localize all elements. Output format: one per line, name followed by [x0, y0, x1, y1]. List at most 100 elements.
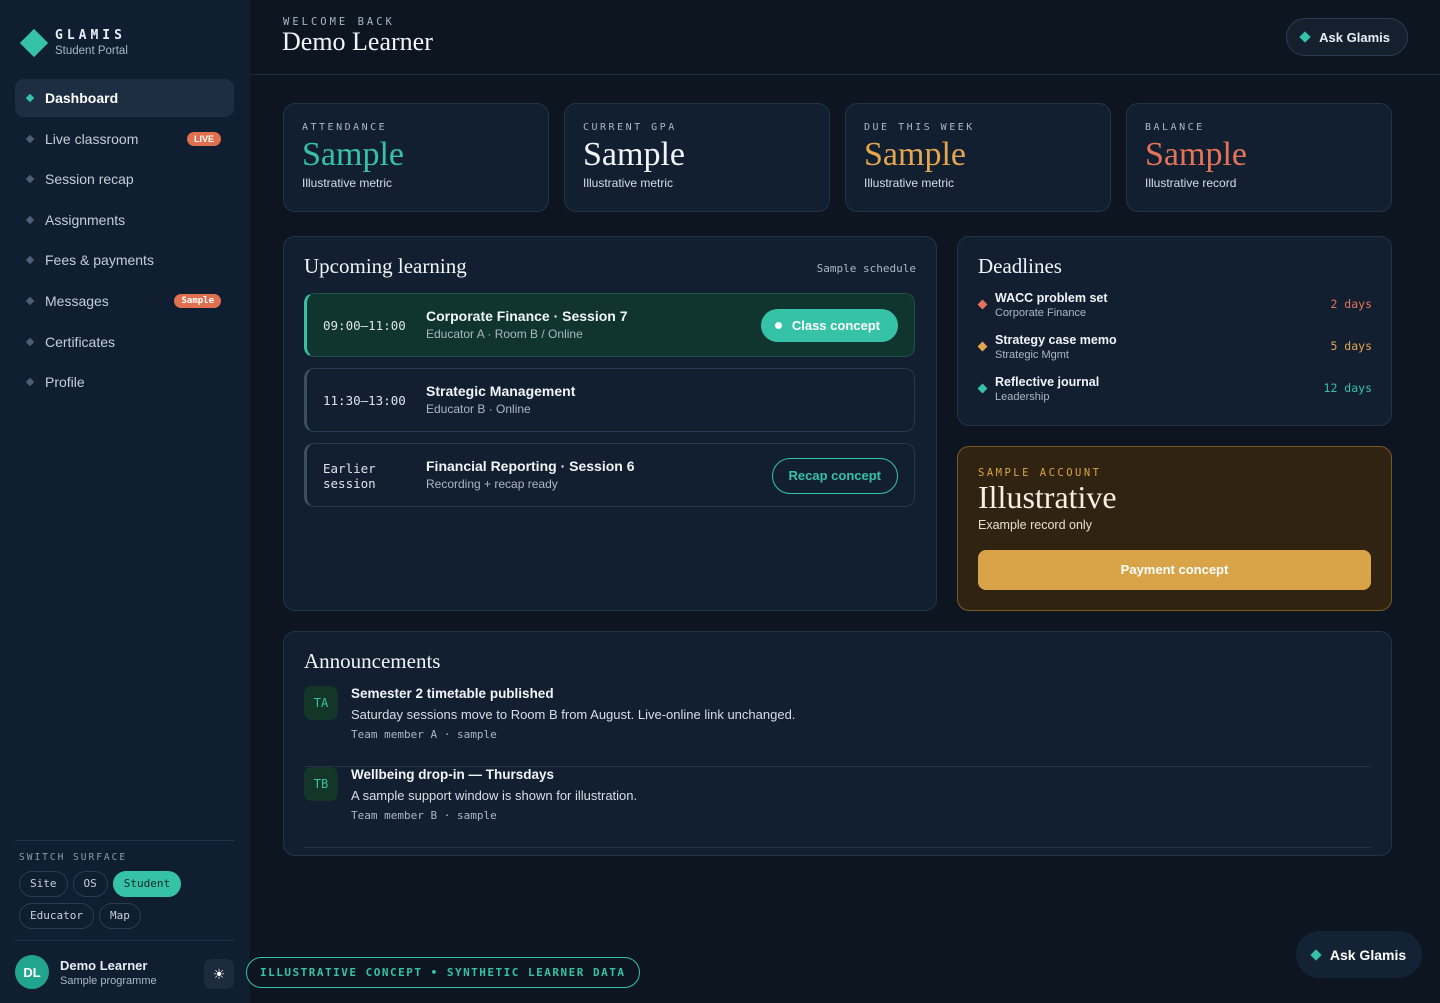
deadline-title: WACC problem set: [995, 291, 1108, 305]
session-sub: Educator A · Room B / Online: [426, 327, 583, 341]
diamond-icon: [977, 299, 988, 310]
deadline-title: Strategy case memo: [995, 333, 1117, 347]
author-avatar: TA: [304, 686, 338, 720]
diamond-icon: [25, 296, 35, 306]
surface-chip-site[interactable]: Site: [19, 871, 68, 897]
sidebar-item-label: Certificates: [45, 333, 116, 350]
class-concept-label: Class concept: [791, 318, 880, 333]
announcements-title: Announcements: [304, 649, 441, 673]
switch-surface-title: SWITCH SURFACE: [19, 852, 128, 863]
recap-concept-button[interactable]: Recap concept: [771, 458, 898, 494]
metric-label: BALANCE: [1145, 122, 1205, 133]
sidebar-item-label: Live classroom: [45, 130, 139, 147]
metric-sub: Illustrative record: [1145, 176, 1237, 190]
session-row[interactable]: Earlier session Financial Reporting · Ses…: [304, 443, 915, 507]
sidebar-item-label: Profile: [45, 374, 85, 391]
sidebar-item-fees-payments[interactable]: Fees & payments: [15, 241, 234, 279]
session-time: Earlier session: [323, 461, 376, 491]
surface-chip-student[interactable]: Student: [112, 871, 182, 897]
sidebar-item-label: Messages: [45, 292, 109, 309]
surface-chip-educator[interactable]: Educator: [19, 903, 94, 929]
sidebar-item-profile[interactable]: Profile: [15, 363, 234, 401]
sidebar: GLAMIS Student Portal Dashboard Live cla…: [0, 0, 250, 1003]
sample-badge: Sample: [174, 293, 221, 308]
page-title: Demo Learner: [282, 27, 433, 56]
header: WELCOME BACK Demo Learner Ask Glamis: [250, 0, 1440, 75]
session-time-line: session: [323, 476, 376, 491]
glamis-logo-icon: [19, 28, 49, 57]
deadline-course: Corporate Finance: [995, 307, 1087, 319]
schedule-tag: Sample schedule: [816, 262, 916, 275]
deadline-course: Leadership: [995, 391, 1050, 403]
user-name: Demo Learner: [60, 957, 148, 973]
announcement-title: Wellbeing drop-in — Thursdays: [351, 767, 555, 782]
metric-label: ATTENDANCE: [302, 122, 388, 133]
announcement-meta: Team member B · sample: [351, 809, 497, 822]
sidebar-item-live-classroom[interactable]: Live classroom LIVE: [15, 120, 234, 158]
deadlines-title: Deadlines: [978, 254, 1062, 278]
account-sub: Example record only: [978, 518, 1092, 532]
announcement-meta: Team member A · sample: [351, 728, 497, 741]
deadline-due: 2 days: [1330, 297, 1372, 311]
diamond-icon: [25, 377, 35, 387]
ask-glamis-button[interactable]: Ask Glamis: [1286, 18, 1408, 56]
account-value: Illustrative: [978, 479, 1117, 515]
sidebar-item-assignments[interactable]: Assignments: [15, 201, 234, 239]
announcement-item[interactable]: TB Wellbeing drop-in — Thursdays A sampl…: [304, 767, 1371, 848]
session-title: Corporate Finance · Session 7: [426, 308, 628, 324]
sidebar-item-dashboard[interactable]: Dashboard: [15, 79, 234, 117]
metric-card-gpa: CURRENT GPA Sample Illustrative metric: [564, 103, 830, 212]
announcement-title: Semester 2 timetable published: [351, 686, 554, 701]
diamond-icon: [25, 93, 35, 103]
session-row[interactable]: 11:30–13:00 Strategic Management Educato…: [304, 368, 915, 432]
floating-ask-glamis-button[interactable]: Ask Glamis: [1296, 931, 1422, 978]
theme-toggle-sun-icon[interactable]: ☀: [204, 959, 234, 989]
account-label: SAMPLE ACCOUNT: [978, 467, 1102, 479]
sample-account-card: SAMPLE ACCOUNT Illustrative Example reco…: [957, 446, 1392, 611]
diamond-icon: [1310, 948, 1322, 961]
sidebar-item-certificates[interactable]: Certificates: [15, 323, 234, 361]
floating-ask-label: Ask Glamis: [1329, 946, 1407, 963]
metric-value: Sample: [1145, 136, 1247, 173]
session-row[interactable]: 09:00–11:00 Corporate Finance · Session …: [304, 293, 915, 357]
user-programme: Sample programme: [60, 974, 157, 987]
live-badge: LIVE: [186, 131, 221, 146]
sidebar-item-session-recap[interactable]: Session recap: [15, 160, 234, 198]
author-avatar: TB: [304, 767, 338, 801]
deadlines-panel: Deadlines WACC problem set Corporate Fin…: [957, 236, 1392, 426]
surface-chip-os[interactable]: OS: [72, 871, 108, 897]
user-profile: DL Demo Learner Sample programme ☀: [15, 940, 234, 989]
announcement-item[interactable]: TA Semester 2 timetable published Saturd…: [304, 686, 1371, 767]
deadline-item[interactable]: Strategy case memo Strategic Mgmt 5 days: [977, 333, 1372, 367]
sidebar-item-label: Session recap: [45, 171, 134, 188]
surface-chips: Site OS Student Educator Map: [19, 871, 229, 929]
sidebar-item-label: Dashboard: [45, 90, 119, 106]
avatar[interactable]: DL: [15, 955, 49, 989]
ask-glamis-label: Ask Glamis: [1319, 29, 1390, 45]
metric-value: Sample: [302, 136, 404, 173]
announcement-body: Saturday sessions move to Room B from Au…: [351, 707, 796, 722]
brand-subtitle: Student Portal: [55, 45, 128, 57]
deadline-item[interactable]: Reflective journal Leadership 12 days: [977, 375, 1372, 409]
class-concept-button[interactable]: Class concept: [760, 309, 898, 342]
metric-value: Sample: [864, 136, 966, 173]
announcement-body: A sample support window is shown for ill…: [351, 788, 638, 803]
brand[interactable]: GLAMIS Student Portal: [19, 28, 128, 57]
metric-sub: Illustrative metric: [302, 176, 393, 190]
diamond-icon: [1299, 31, 1311, 43]
session-time-line: Earlier: [323, 461, 376, 476]
sidebar-item-label: Fees & payments: [45, 252, 154, 269]
surface-chip-map[interactable]: Map: [98, 903, 141, 929]
diamond-icon: [977, 383, 988, 394]
upcoming-title: Upcoming learning: [304, 254, 467, 278]
sidebar-item-messages[interactable]: Messages Sample: [15, 282, 234, 320]
payment-concept-button[interactable]: Payment concept: [978, 550, 1371, 590]
metric-card-due-this-week: DUE THIS WEEK Sample Illustrative metric: [845, 103, 1111, 212]
switch-surface: SWITCH SURFACE Site OS Student Educator …: [15, 840, 234, 929]
live-dot-icon: [774, 322, 782, 329]
metric-card-attendance: ATTENDANCE Sample Illustrative metric: [283, 103, 549, 212]
metric-card-balance: BALANCE Sample Illustrative record: [1126, 103, 1392, 212]
metric-sub: Illustrative metric: [864, 176, 955, 190]
session-time: 09:00–11:00: [323, 318, 406, 333]
deadline-item[interactable]: WACC problem set Corporate Finance 2 day…: [977, 291, 1372, 325]
